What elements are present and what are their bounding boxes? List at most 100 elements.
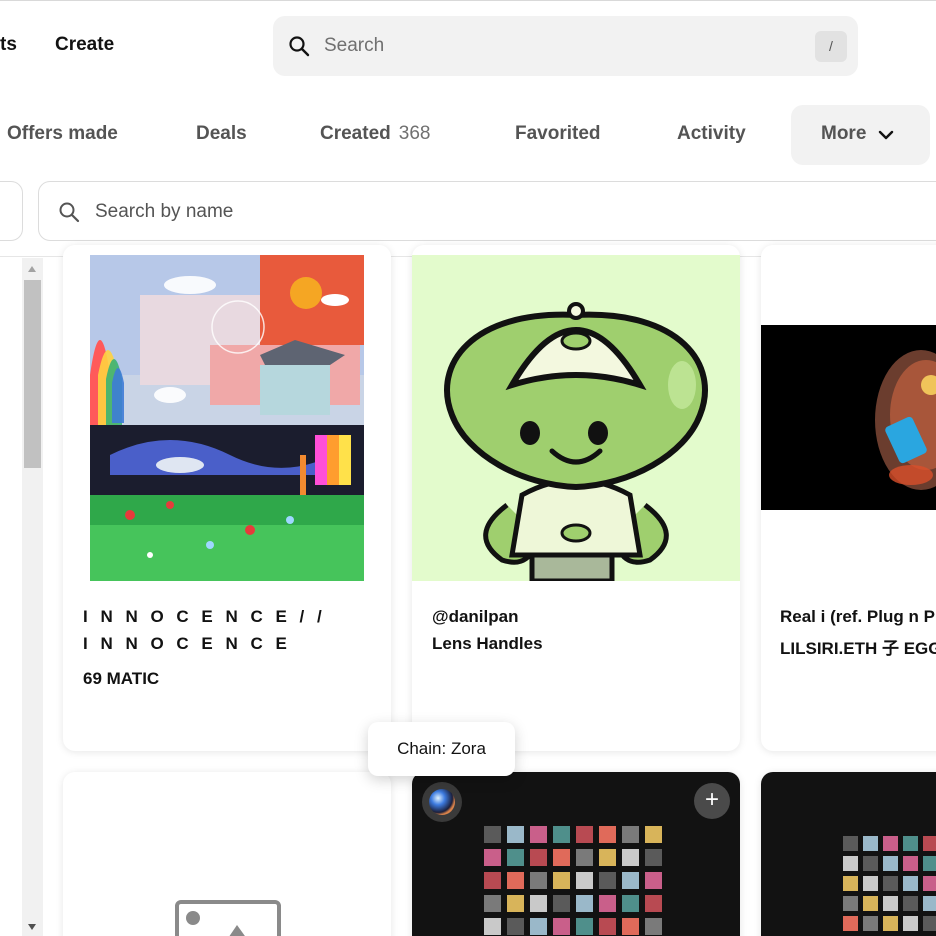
- nft-card-placeholder[interactable]: [63, 772, 391, 936]
- search-icon: [59, 202, 80, 223]
- nft-card-grid[interactable]: [761, 772, 936, 936]
- grid-cell: [599, 849, 616, 866]
- tab-favorited[interactable]: Favorited: [515, 123, 601, 145]
- nav-create[interactable]: Create: [55, 34, 114, 56]
- grid-art-image: [484, 826, 662, 935]
- nft-collection: Lens Handles: [432, 634, 543, 653]
- tab-label: Deals: [196, 123, 247, 144]
- grid-cell: [622, 895, 639, 912]
- plus-icon[interactable]: +: [694, 783, 730, 819]
- search-icon: [289, 36, 310, 57]
- search-placeholder: Search: [324, 35, 385, 56]
- nft-card-danilpan[interactable]: @danilpan Lens Handles: [412, 245, 740, 751]
- grid-cell: [576, 826, 593, 843]
- grid-cell: [843, 896, 858, 911]
- grid-cell: [903, 836, 918, 851]
- grid-cell: [484, 895, 501, 912]
- nft-price: 69 MATIC: [83, 669, 160, 688]
- grid-cell: [883, 876, 898, 891]
- grid-cell: [484, 872, 501, 889]
- nft-image[interactable]: [90, 255, 364, 581]
- nft-collection: LILSIRI.ETH 子 EGG: [780, 639, 936, 658]
- search-by-name-placeholder: Search by name: [95, 201, 234, 222]
- grid-cell: [883, 916, 898, 931]
- grid-cell: [576, 872, 593, 889]
- grid-cell: [843, 836, 858, 851]
- tab-offers-made[interactable]: Offers made: [7, 123, 118, 145]
- grid-cell: [553, 895, 570, 912]
- grid-cell: [507, 826, 524, 843]
- image-placeholder-icon: [175, 900, 281, 936]
- grid-cell: [863, 916, 878, 931]
- grid-cell: [530, 872, 547, 889]
- nft-card-zora[interactable]: +: [412, 772, 740, 936]
- search-shortcut-badge: /: [815, 31, 847, 62]
- grid-cell: [622, 872, 639, 889]
- tab-created[interactable]: Created 368: [320, 123, 430, 145]
- grid-cell: [553, 872, 570, 889]
- tab-activity[interactable]: Activity: [677, 123, 746, 145]
- grid-cell: [843, 876, 858, 891]
- chain-tooltip: Chain: Zora: [368, 722, 515, 776]
- grid-cell: [645, 895, 662, 912]
- grid-cell: [507, 872, 524, 889]
- grid-cell: [645, 918, 662, 935]
- grid-cell: [903, 916, 918, 931]
- scrollbar[interactable]: [22, 258, 43, 936]
- grid-cell: [599, 872, 616, 889]
- scrollbar-thumb[interactable]: [24, 280, 41, 468]
- grid-cell: [576, 849, 593, 866]
- more-label: More: [821, 123, 867, 144]
- global-search-input[interactable]: Search /: [273, 16, 858, 76]
- grid-cell: [484, 849, 501, 866]
- nft-card-innocence[interactable]: I N N O C E N C E / / I N N O C E N C E …: [63, 245, 391, 751]
- nft-card-real-i[interactable]: Real i (ref. Plug n P LILSIRI.ETH 子 EGG: [761, 245, 936, 751]
- tab-label: Offers made: [7, 123, 118, 144]
- grid-cell: [553, 918, 570, 935]
- more-tabs-button[interactable]: More: [791, 105, 930, 165]
- search-by-name-input[interactable]: Search by name: [38, 181, 936, 241]
- grid-cell: [883, 896, 898, 911]
- tab-label: Favorited: [515, 123, 601, 144]
- grid-cell: [863, 856, 878, 871]
- grid-cell: [645, 826, 662, 843]
- egg-art-image: [761, 325, 936, 510]
- grid-cell: [507, 849, 524, 866]
- nft-image[interactable]: [761, 325, 936, 510]
- grid-cell: [484, 826, 501, 843]
- grid-cell: [599, 918, 616, 935]
- grid-cell: [530, 895, 547, 912]
- tab-count: 368: [398, 123, 431, 144]
- grid-cell: [863, 836, 878, 851]
- grid-cell: [530, 826, 547, 843]
- tab-label: Created: [320, 123, 391, 144]
- grid-cell: [530, 918, 547, 935]
- scroll-down-arrow-icon[interactable]: [28, 924, 36, 930]
- scroll-up-arrow-icon[interactable]: [28, 266, 36, 272]
- nav-item-partial[interactable]: ts: [0, 34, 17, 56]
- nft-image[interactable]: [412, 255, 740, 581]
- grid-cell: [903, 856, 918, 871]
- grid-cell: [863, 876, 878, 891]
- grid-cell: [645, 872, 662, 889]
- grid-cell: [903, 876, 918, 891]
- zora-chain-icon[interactable]: [422, 782, 462, 822]
- tab-deals[interactable]: Deals: [196, 123, 247, 145]
- grid-cell: [843, 916, 858, 931]
- grid-cell: [903, 896, 918, 911]
- grid-cell: [576, 918, 593, 935]
- grid-cell: [883, 836, 898, 851]
- grid-cell: [530, 849, 547, 866]
- nft-title: Real i (ref. Plug n P: [780, 607, 935, 626]
- grid-cell: [599, 826, 616, 843]
- grid-cell: [863, 896, 878, 911]
- grid-cell: [923, 876, 936, 891]
- grid-cell: [923, 916, 936, 931]
- filter-button[interactable]: [0, 181, 23, 241]
- grid-cell: [883, 856, 898, 871]
- nft-title-line1: I N N O C E N C E / /: [83, 607, 326, 626]
- grid-cell: [599, 895, 616, 912]
- header-divider: [0, 0, 936, 1]
- grid-cell: [923, 896, 936, 911]
- grid-cell: [553, 849, 570, 866]
